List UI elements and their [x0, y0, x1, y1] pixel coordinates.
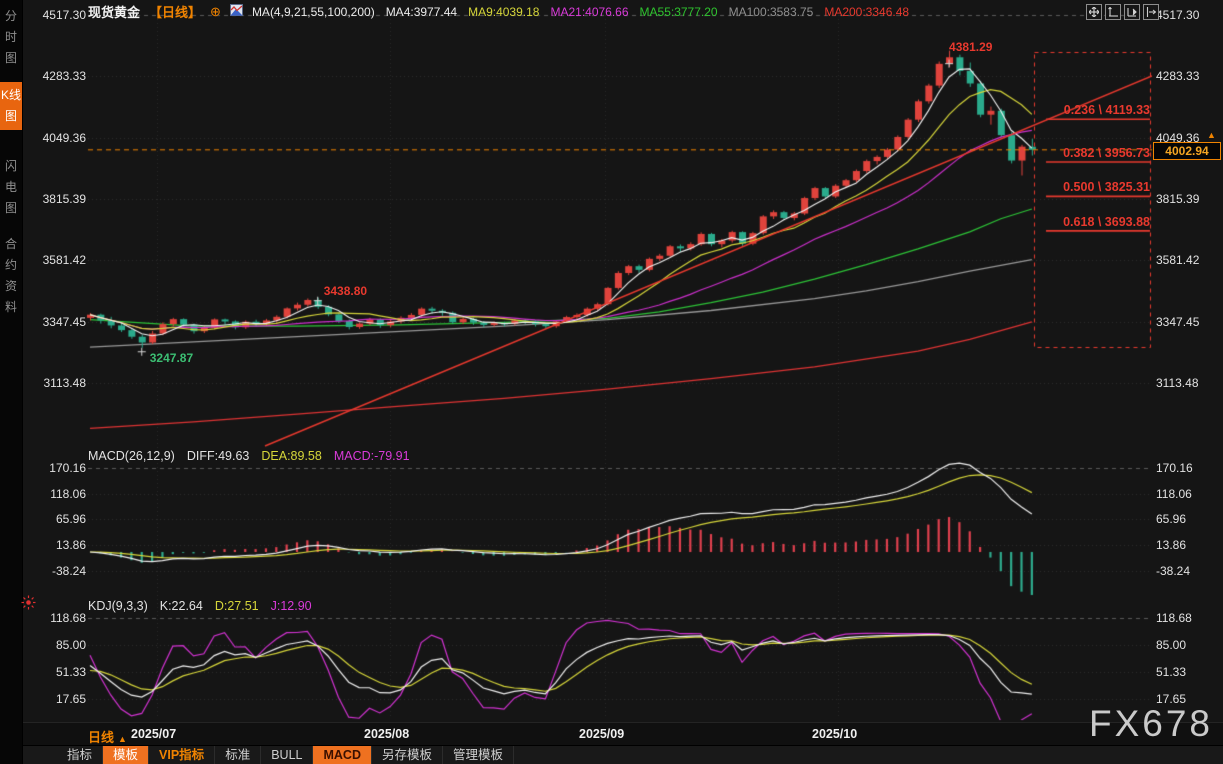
macd-axis-label: 170.16 [26, 461, 86, 475]
kdj-k-value: K:22.64 [160, 599, 203, 613]
kdj-axis-label: 85.00 [1156, 638, 1216, 652]
macd-axis-label: 13.86 [26, 538, 86, 552]
ma-readouts: MA(4,9,21,55,100,200) MA4:3977.44 MA9:4039… [252, 5, 909, 19]
period-tag: 【日线】 [149, 2, 201, 21]
expand-vertical-icon[interactable] [1105, 4, 1121, 20]
kdj-axis-label: 51.33 [26, 665, 86, 679]
bottom-tab-7[interactable]: 管理模板 [443, 746, 514, 764]
bottom-tab-0[interactable]: 指标 [57, 746, 103, 764]
macd-title: MACD(26,12,9) [88, 449, 175, 463]
shift-right-icon[interactable] [1143, 4, 1159, 20]
price-annotation: 3247.87 [150, 351, 193, 365]
kdj-axis-label: 118.68 [1156, 611, 1216, 625]
fib-level-label: 0.500 \ 3825.31 [1056, 180, 1150, 194]
macd-axis-label: 65.96 [26, 512, 86, 526]
price-annotation: 4381.29 [949, 40, 992, 54]
pan-move-icon[interactable] [1086, 4, 1102, 20]
sidebar-item-1[interactable]: K线图 [0, 82, 22, 130]
fib-level-label: 0.236 \ 4119.33 [1056, 103, 1150, 117]
macd-axis-label: 118.06 [1156, 487, 1216, 501]
y-axis-label: 3347.45 [26, 315, 86, 329]
y-axis-label: 3581.42 [26, 253, 86, 267]
bottom-tab-3[interactable]: 标准 [215, 746, 261, 764]
macd-axis-label: 65.96 [1156, 512, 1216, 526]
macd-dea-value: DEA:89.58 [261, 449, 321, 463]
ma-value: MA21:4076.66 [550, 5, 628, 19]
y-axis-label: 3113.48 [1156, 376, 1216, 390]
alert-burst-icon[interactable] [21, 595, 36, 615]
bottom-tab-4[interactable]: BULL [261, 746, 313, 764]
y-axis-label: 3347.45 [1156, 315, 1216, 329]
kdj-axis-label: 17.65 [26, 692, 86, 706]
period-selector[interactable]: 日线 ▲ [88, 727, 127, 746]
sidebar-item-2[interactable]: 闪电图 [0, 156, 22, 219]
ma-settings-label: MA(4,9,21,55,100,200) [252, 5, 375, 19]
kdj-panel-header: KDJ(9,3,3) K:22.64 D:27.51 J:12.90 [88, 599, 312, 613]
bottom-tab-bar: 指标模板VIP指标标准BULLMACD另存模板管理模板 [0, 745, 1223, 764]
sidebar-item-0[interactable]: 分时图 [0, 6, 22, 69]
bottom-tab-6[interactable]: 另存模板 [372, 746, 443, 764]
bottom-tab-2[interactable]: VIP指标 [149, 746, 215, 764]
last-price-box: 4002.94 [1153, 142, 1221, 160]
time-axis-label: 2025/09 [579, 727, 624, 741]
macd-axis-label: 118.06 [26, 487, 86, 501]
kdj-title: KDJ(9,3,3) [88, 599, 148, 613]
mini-chart-icon[interactable] [230, 4, 243, 19]
ma-value: MA55:3777.20 [640, 5, 718, 19]
y-axis-label: 4517.30 [26, 8, 86, 22]
macd-axis-label: 170.16 [1156, 461, 1216, 475]
kdj-axis-label: 85.00 [26, 638, 86, 652]
chart-header: 现货黄金 【日线】 ⊕ MA(4,9,21,55,100,200) MA4:397… [88, 2, 909, 21]
expand-horizontal-icon[interactable] [1124, 4, 1140, 20]
bottom-tab-5[interactable]: MACD [313, 746, 372, 764]
left-sidebar: 分时图 K线图闪电图合约资料 [0, 0, 23, 764]
ma-value: MA4:3977.44 [386, 5, 457, 19]
y-axis-label: 4049.36 [26, 131, 86, 145]
price-up-arrow-icon: ▲ [1207, 130, 1216, 140]
circle-plus-icon[interactable]: ⊕ [210, 5, 221, 18]
ma-value: MA200:3346.48 [824, 5, 909, 19]
kdj-j-value: J:12.90 [271, 599, 312, 613]
ma-value: MA100:3583.75 [729, 5, 814, 19]
y-axis-label: 3113.48 [26, 376, 86, 390]
price-annotation: 3438.80 [324, 284, 367, 298]
macd-axis-label: -38.24 [26, 564, 86, 578]
y-axis-label: 4283.33 [1156, 69, 1216, 83]
fib-level-label: 0.382 \ 3956.73 [1056, 146, 1150, 160]
time-axis-label: 2025/07 [131, 727, 176, 741]
y-axis-label: 4283.33 [26, 69, 86, 83]
fib-level-label: 0.618 \ 3693.88 [1056, 215, 1150, 229]
macd-macd-value: MACD:-79.91 [334, 449, 410, 463]
y-axis-label: 3815.39 [1156, 192, 1216, 206]
sidebar-item-3[interactable]: 合约资料 [0, 234, 22, 318]
y-axis-label: 3581.42 [1156, 253, 1216, 267]
time-axis-strip: 日线 ▲ 2025/07 2025/08 2025/09 2025/10 [0, 722, 1223, 746]
y-axis-label: 3815.39 [26, 192, 86, 206]
kdj-d-value: D:27.51 [215, 599, 259, 613]
time-axis-label: 2025/10 [812, 727, 857, 741]
kdj-axis-label: 51.33 [1156, 665, 1216, 679]
y-axis-label: 4517.30 [1156, 8, 1216, 22]
price-chart-canvas[interactable] [0, 0, 1223, 764]
macd-diff-value: DIFF:49.63 [187, 449, 250, 463]
watermark: FX678 [1089, 703, 1213, 745]
chart-toolbar [1086, 4, 1159, 20]
bottom-tab-1[interactable]: 模板 [103, 746, 149, 764]
macd-panel-header: MACD(26,12,9) DIFF:49.63 DEA:89.58 MACD:… [88, 449, 410, 463]
triangle-up-icon: ▲ [118, 734, 127, 744]
ma-value: MA9:4039.18 [468, 5, 539, 19]
symbol-name: 现货黄金 [88, 2, 140, 21]
macd-axis-label: 13.86 [1156, 538, 1216, 552]
macd-axis-label: -38.24 [1156, 564, 1216, 578]
trading-app-window: 分时图 K线图闪电图合约资料 现货黄金 【日线】 ⊕ MA(4,9,21,55,1… [0, 0, 1223, 764]
period-label: 日线 [88, 730, 114, 745]
time-axis-label: 2025/08 [364, 727, 409, 741]
